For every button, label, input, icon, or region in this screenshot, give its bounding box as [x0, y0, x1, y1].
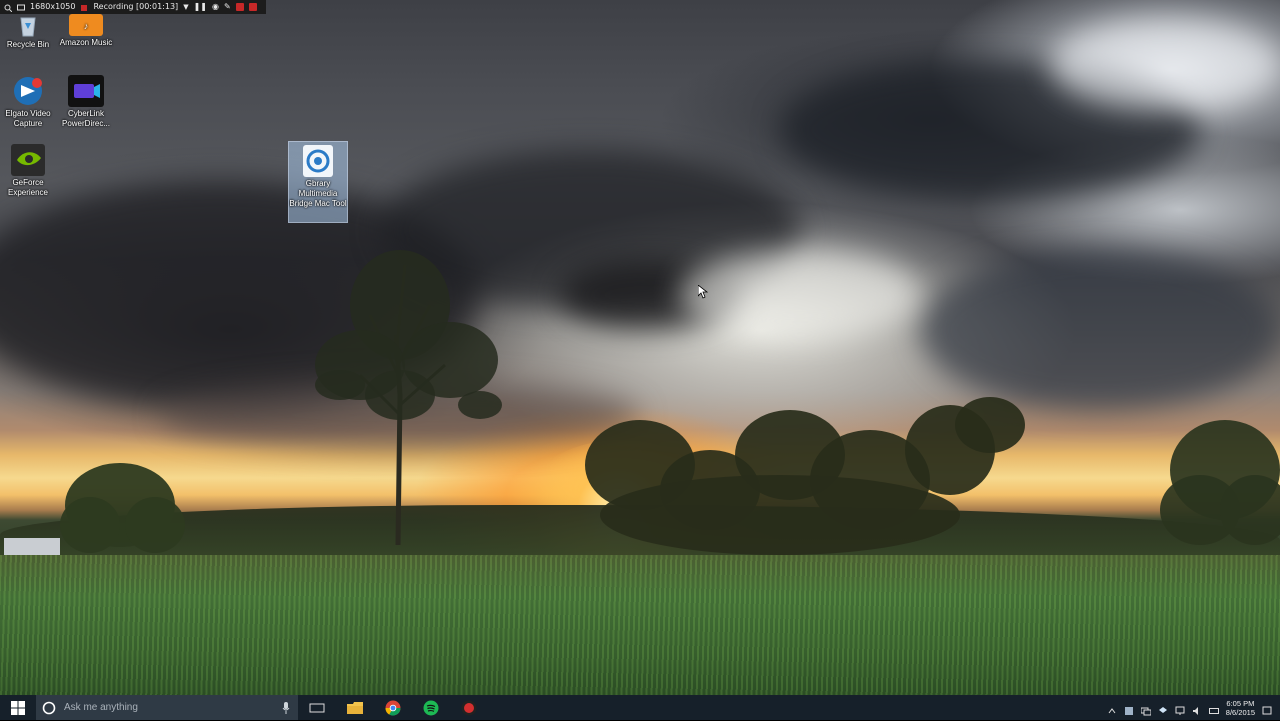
spotify-button[interactable]	[412, 695, 450, 720]
spotify-icon	[423, 700, 439, 715]
desktop-icon-label: Elgato Video Capture	[5, 109, 51, 128]
dropdown-icon[interactable]: ▼	[183, 0, 188, 14]
record-app-button[interactable]	[450, 695, 488, 720]
system-clock[interactable]: 6:05 PM 8/6/2015	[1226, 699, 1255, 717]
taskbar: 6:05 PM 8/6/2015	[0, 695, 1280, 720]
svg-text:♪: ♪	[84, 21, 89, 31]
right-tree	[1160, 420, 1280, 545]
dropbox-icon[interactable]	[1158, 703, 1168, 713]
desktop-icon-geforce[interactable]: GeForce Experience	[0, 144, 56, 198]
tree-cluster	[585, 397, 1025, 555]
camera-icon[interactable]: ◉	[212, 0, 219, 14]
recording-resolution: 1680x1050	[30, 2, 76, 11]
clock-date: 8/6/2015	[1225, 707, 1255, 717]
elgato-icon	[11, 75, 45, 107]
task-view-button[interactable]	[298, 695, 336, 720]
record-app-icon	[461, 700, 477, 715]
tall-tree	[315, 250, 502, 545]
farm-building	[4, 538, 60, 556]
tray-app-icon[interactable]	[1124, 703, 1134, 715]
close-icon[interactable]	[248, 3, 257, 11]
microphone-icon[interactable]	[282, 701, 290, 714]
desktop-icon-elgato[interactable]: Elgato Video Capture	[0, 75, 56, 129]
recording-toolbar: 1680x1050 Recording [00:01:13] ▼ ❚❚ ◉ ✎	[0, 0, 266, 14]
search-icon[interactable]	[4, 3, 13, 13]
desktop-icon-powerdirector[interactable]: CyberLink PowerDirec...	[58, 75, 114, 129]
volume-icon[interactable]	[1192, 703, 1202, 715]
chrome-icon	[385, 700, 401, 716]
desktop-icon-amazon-music[interactable]: ♪ Amazon Music	[58, 14, 114, 48]
desktop-icon-recycle-bin[interactable]: Recycle Bin	[0, 14, 56, 50]
network-icon[interactable]	[1140, 703, 1152, 715]
cortana-icon	[42, 701, 56, 714]
pencil-icon[interactable]: ✎	[224, 0, 231, 14]
cloud	[1050, 20, 1280, 110]
desktop-icon-label: GeForce Experience	[7, 178, 49, 197]
desktop-icon-bridge-tool[interactable]: Gbrary Multimedia Bridge Mac Tool	[288, 141, 348, 223]
desktop-icon-label: Gbrary Multimedia Bridge Mac Tool	[289, 179, 347, 208]
recycle-bin-icon	[16, 14, 40, 38]
monitor-icon[interactable]	[1175, 703, 1185, 715]
desktop-icon-label: Amazon Music	[59, 38, 113, 47]
cloud	[680, 250, 920, 340]
start-button[interactable]	[0, 695, 36, 720]
desktop-wallpaper	[0, 0, 1280, 695]
chevron-up-icon[interactable]	[1107, 703, 1117, 713]
cortana-search-box[interactable]	[36, 695, 298, 720]
stop-button-icon[interactable]	[235, 3, 244, 11]
desktop-icon-label: CyberLink PowerDirec...	[61, 109, 110, 128]
geforce-icon	[11, 144, 45, 176]
action-center-icon[interactable]	[1262, 703, 1272, 714]
grass-field	[0, 555, 1280, 695]
windows-logo-icon	[11, 700, 25, 715]
mouse-cursor-icon	[698, 285, 708, 299]
amazon-music-icon: ♪	[69, 14, 103, 36]
search-input[interactable]	[62, 701, 282, 714]
keyboard-icon[interactable]	[1208, 703, 1219, 714]
desktop-icon-label: Recycle Bin	[6, 40, 50, 49]
file-explorer-icon	[347, 701, 363, 714]
chrome-button[interactable]	[374, 695, 412, 720]
clock-time: 6:05 PM	[1226, 698, 1255, 708]
system-tray: 6:05 PM 8/6/2015	[1107, 695, 1280, 720]
bush-tree	[60, 463, 185, 553]
cloud	[920, 250, 1280, 410]
powerdirector-icon	[68, 75, 104, 107]
task-view-icon	[309, 703, 325, 712]
record-indicator-icon	[80, 3, 88, 11]
recording-status: Recording [00:01:13]	[93, 2, 179, 11]
file-explorer-button[interactable]	[336, 695, 374, 720]
pause-icon[interactable]: ❚❚	[194, 0, 207, 14]
bridge-tool-icon	[303, 145, 333, 177]
display-icon[interactable]	[17, 3, 25, 11]
